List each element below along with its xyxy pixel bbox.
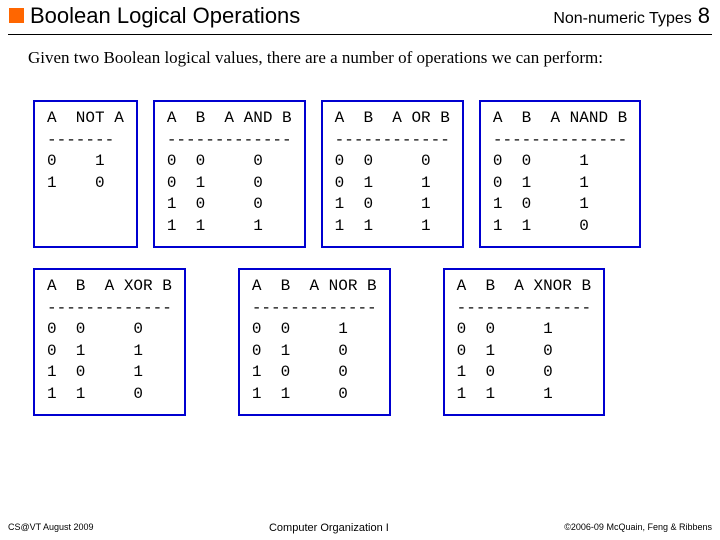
truth-table-not: A NOT A ------- 0 1 1 0 bbox=[33, 100, 138, 248]
page-number: 8 bbox=[698, 3, 710, 29]
section-label: Non-numeric Types bbox=[553, 10, 691, 28]
footer-left: CS@VT August 2009 bbox=[8, 522, 94, 534]
slide-header: Boolean Logical Operations Non-numeric T… bbox=[30, 3, 710, 31]
truth-table-nand: A B A NAND B -------------- 0 0 1 0 1 1 … bbox=[479, 100, 641, 248]
truth-tables-row-1: A NOT A ------- 0 1 1 0 A B A AND B ----… bbox=[33, 100, 706, 248]
footer-center: Computer Organization I bbox=[269, 522, 389, 534]
slide-title: Boolean Logical Operations bbox=[30, 3, 300, 29]
intro-text: Given two Boolean logical values, there … bbox=[28, 48, 603, 68]
truth-table-xnor: A B A XNOR B -------------- 0 0 1 0 1 0 … bbox=[443, 268, 605, 416]
footer-right: ©2006-09 McQuain, Feng & Ribbens bbox=[564, 522, 712, 534]
truth-table-or: A B A OR B ------------ 0 0 0 0 1 1 1 0 … bbox=[321, 100, 464, 248]
truth-table-and: A B A AND B ------------- 0 0 0 0 1 0 1 … bbox=[153, 100, 306, 248]
slide-footer: CS@VT August 2009 Computer Organization … bbox=[8, 522, 712, 534]
header-rule bbox=[8, 34, 712, 35]
slide-header-right: Non-numeric Types 8 bbox=[553, 3, 710, 29]
truth-table-xor: A B A XOR B ------------- 0 0 0 0 1 1 1 … bbox=[33, 268, 186, 416]
truth-table-nor: A B A NOR B ------------- 0 0 1 0 1 0 1 … bbox=[238, 268, 391, 416]
truth-tables-row-2: A B A XOR B ------------- 0 0 0 0 1 1 1 … bbox=[33, 268, 605, 416]
slide-bullet-icon bbox=[9, 8, 24, 23]
